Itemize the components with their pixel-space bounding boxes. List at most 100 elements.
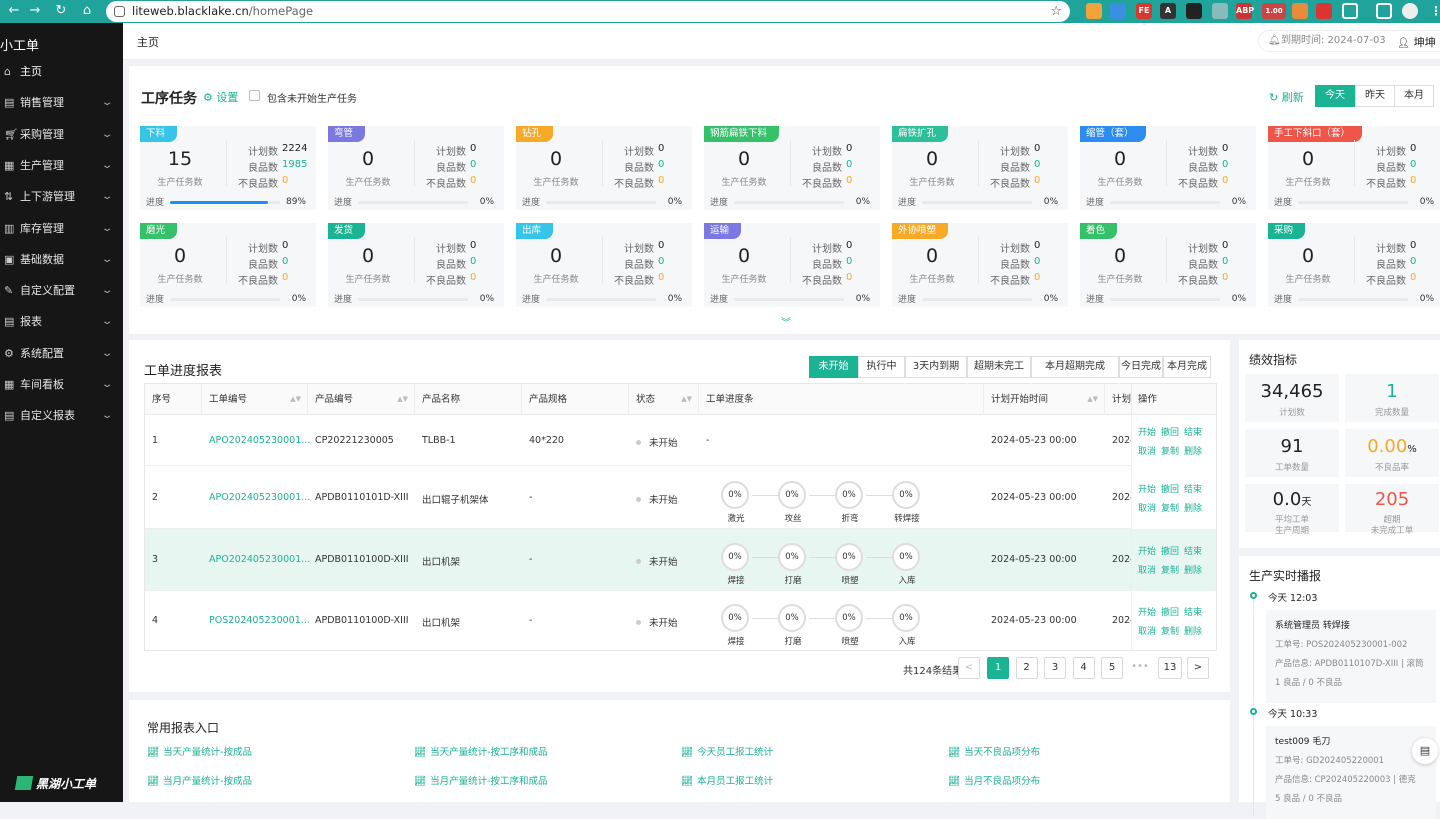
action-6-link[interactable]: 删除 (1184, 444, 1202, 457)
action-3-link[interactable]: 结束 (1184, 482, 1202, 495)
table-row[interactable]: 2 APO202405230001... APDB0110101D-XIII 出口辊子… (145, 466, 1216, 529)
table-row[interactable]: 4 POS202405230001... APDB0110100D-XIII 出口机架… (145, 591, 1216, 650)
action-5-link[interactable]: 复制 (1161, 444, 1179, 457)
action-4-link[interactable]: 取消 (1138, 444, 1156, 457)
sort-icon[interactable]: ▲▼ (681, 384, 692, 415)
filter-tab-5[interactable]: 本月超期完成 (1031, 356, 1119, 378)
refresh-button[interactable]: ↻ 刷新 (1269, 89, 1304, 105)
event-card[interactable]: test009 毛刀 工单号: GD202405220001 产品信息: CP202… (1266, 726, 1436, 819)
action-2-link[interactable]: 撤回 (1161, 482, 1179, 495)
extension-icon[interactable] (1316, 3, 1332, 19)
task-card[interactable]: 着色 0 生产任务数 计划数 0 良品数 0 不良品数 0 进度 0% (1080, 223, 1256, 307)
sidebar-item-3[interactable]: 🛒︎ 采购管理 ⌄ (0, 124, 123, 146)
profile-avatar-icon[interactable] (1402, 3, 1418, 19)
bookmark-star-icon[interactable]: ☆ (1050, 1, 1062, 22)
reload-icon[interactable]: ↻ (53, 3, 69, 18)
home-icon[interactable]: ⌂ (79, 3, 95, 18)
task-card[interactable]: 钻孔 0 生产任务数 计划数 0 良品数 0 不良品数 0 进度 0% (516, 126, 692, 210)
extension-icon[interactable]: ABP (1236, 3, 1254, 19)
action-4-link[interactable]: 取消 (1138, 563, 1156, 576)
page-button[interactable]: 3 (1044, 657, 1066, 679)
sidebar-item-7[interactable]: ▣ 基础数据 ⌄ (0, 249, 123, 271)
forward-icon[interactable]: → (27, 3, 43, 18)
action-6-link[interactable]: 删除 (1184, 563, 1202, 576)
address-bar[interactable]: liteweb.blacklake.cn/homePage ☆ (106, 1, 1070, 22)
back-icon[interactable]: ← (6, 3, 22, 18)
sidebar-item-10[interactable]: ⚙ 系统配置 ⌄ (0, 343, 123, 365)
sidebar-item-11[interactable]: ▦ 车间看板 ⌄ (0, 374, 123, 396)
cell-workorder-code[interactable]: APO202405230001... (209, 492, 310, 503)
report-link[interactable]: 📈︎ 今天员工报工统计 (681, 744, 773, 758)
include-unstarted-checkbox[interactable] (249, 90, 260, 101)
filter-tab-6[interactable]: 今日完成 (1119, 356, 1163, 378)
column-header[interactable]: 工单编号 ▲▼ (202, 384, 308, 415)
sort-icon[interactable]: ▲▼ (1087, 384, 1098, 415)
user-menu[interactable]: 👤︎ 坤坤 (1397, 34, 1436, 50)
extension-icon[interactable] (1086, 3, 1102, 19)
filter-tab-1[interactable]: 未开始 (809, 356, 858, 378)
action-3-link[interactable]: 结束 (1184, 605, 1202, 618)
extension-icon[interactable]: A (1160, 3, 1176, 19)
filter-tab-2[interactable]: 执行中 (858, 356, 905, 378)
range-1-button[interactable]: 今天 (1315, 85, 1355, 107)
page-button[interactable]: 13 (1158, 657, 1182, 679)
cell-workorder-code[interactable]: APO202405230001... (209, 435, 310, 446)
action-1-link[interactable]: 开始 (1138, 605, 1156, 618)
report-link[interactable]: 📈︎ 当天不良品项分布 (948, 744, 1040, 758)
action-4-link[interactable]: 取消 (1138, 501, 1156, 514)
filter-tab-3[interactable]: 3天内到期 (905, 356, 967, 378)
chat-icon[interactable]: ▤ (1412, 738, 1438, 764)
range-2-button[interactable]: 昨天 (1355, 85, 1395, 107)
task-card[interactable]: 弯管 0 生产任务数 计划数 0 良品数 0 不良品数 0 进度 0% (328, 126, 504, 210)
action-2-link[interactable]: 撤回 (1161, 605, 1179, 618)
extension-icon[interactable] (1110, 3, 1126, 19)
task-card[interactable]: 采购 0 生产任务数 计划数 0 良品数 0 不良品数 0 进度 0% (1268, 223, 1440, 307)
table-row[interactable]: 1 APO202405230001... CP20221230005 TLBB-1 40… (145, 415, 1216, 466)
page-button[interactable]: 4 (1072, 657, 1095, 679)
task-card[interactable]: 外协喷塑 0 生产任务数 计划数 0 良品数 0 不良品数 0 进度 0% (892, 223, 1068, 307)
task-card[interactable]: 扁铁扩孔 0 生产任务数 计划数 0 良品数 0 不良品数 0 进度 0% (892, 126, 1068, 210)
prev-page-button[interactable]: < (958, 657, 980, 679)
sort-icon[interactable]: ▲▼ (397, 384, 408, 415)
action-1-link[interactable]: 开始 (1138, 482, 1156, 495)
action-5-link[interactable]: 复制 (1161, 563, 1179, 576)
action-6-link[interactable]: 删除 (1184, 624, 1202, 637)
report-link[interactable]: 📈︎ 当月不良品项分布 (948, 773, 1040, 787)
task-card[interactable]: 下料 15 生产任务数 计划数 2224 良品数 1985 不良品数 0 进度 89% (140, 126, 316, 210)
expand-chevron-icon[interactable]: ︾ (781, 314, 791, 329)
cell-workorder-code[interactable]: POS202405230001... (209, 615, 310, 626)
action-1-link[interactable]: 开始 (1138, 425, 1156, 438)
column-header[interactable]: 状态 ▲▼ (629, 384, 699, 415)
extension-badge[interactable]: 1.00 (1262, 3, 1286, 19)
report-link[interactable]: 📈︎ 本月员工报工统计 (681, 773, 773, 787)
sidebar-item-8[interactable]: ✎ 自定义配置 ⌄ (0, 280, 123, 302)
site-info-icon[interactable] (114, 6, 125, 17)
event-card[interactable]: 系统管理员 转焊接 工单号: POS202405230001-002 产品信息: A… (1266, 610, 1436, 703)
next-page-button[interactable]: > (1187, 657, 1209, 679)
sidebar-item-1[interactable]: ⌂ 主页 (0, 61, 123, 83)
page-button[interactable]: 5 (1101, 657, 1123, 679)
page-button[interactable]: 1 (987, 657, 1009, 679)
sidepanel-icon[interactable] (1376, 3, 1392, 19)
task-card[interactable]: 钢筋扁铁下料 0 生产任务数 计划数 0 良品数 0 不良品数 0 进度 0% (704, 126, 880, 210)
extension-icon[interactable]: FE (1136, 3, 1152, 19)
sidebar-item-12[interactable]: ▤ 自定义报表 ⌄ (0, 405, 123, 427)
sidebar-item-6[interactable]: ▥ 库存管理 ⌄ (0, 218, 123, 240)
column-header[interactable]: 计划开始时间 ▲▼ (984, 384, 1105, 415)
page-ellipsis[interactable]: ••• (1129, 657, 1151, 679)
extensions-puzzle-icon[interactable] (1342, 3, 1358, 19)
range-3-button[interactable]: 本月 (1394, 85, 1434, 107)
action-3-link[interactable]: 结束 (1184, 544, 1202, 557)
sidebar-item-5[interactable]: ⇅ 上下游管理 ⌄ (0, 186, 123, 208)
task-card[interactable]: 运输 0 生产任务数 计划数 0 良品数 0 不良品数 0 进度 0% (704, 223, 880, 307)
extension-icon[interactable] (1212, 3, 1228, 19)
task-card[interactable]: 缩管（套） 0 生产任务数 计划数 0 良品数 0 不良品数 0 进度 0% (1080, 126, 1256, 210)
sidebar-item-9[interactable]: ▤ 报表 ⌄ (0, 311, 123, 333)
action-1-link[interactable]: 开始 (1138, 544, 1156, 557)
report-link[interactable]: 📈︎ 当天产量统计-按工序和成品 (414, 744, 548, 758)
breadcrumb[interactable]: 主页 (137, 34, 159, 50)
action-4-link[interactable]: 取消 (1138, 624, 1156, 637)
sidebar-item-2[interactable]: ▤ 销售管理 ⌄ (0, 92, 123, 114)
cell-workorder-code[interactable]: APO202405230001... (209, 554, 310, 565)
task-card[interactable]: 发货 0 生产任务数 计划数 0 良品数 0 不良品数 0 进度 0% (328, 223, 504, 307)
